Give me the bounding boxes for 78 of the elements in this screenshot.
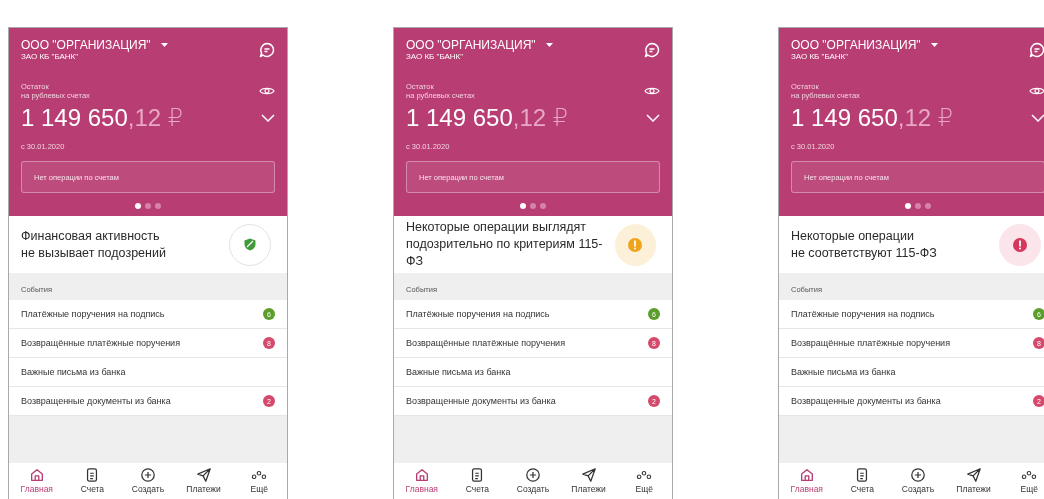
chevron-down-icon[interactable] <box>261 114 275 122</box>
nav-tab[interactable]: Главная <box>12 467 61 499</box>
event-label: Возвращенные документы из банка <box>21 396 171 406</box>
nav-tab[interactable]: Ещё <box>620 467 669 499</box>
page-dot[interactable] <box>540 203 546 209</box>
status-message: Финансовая активность не вызывает подозрений <box>21 227 166 262</box>
page-dot[interactable] <box>520 203 526 209</box>
plus-circle-icon <box>140 467 156 483</box>
nav-tab[interactable]: Счета <box>838 467 887 499</box>
event-label: Возвращённые платёжные поручения <box>406 338 566 348</box>
page-dot[interactable] <box>905 203 911 209</box>
nav-tab[interactable]: Платежи <box>949 467 998 499</box>
event-label: Возвращенные документы из банка <box>791 396 941 406</box>
page-dot[interactable] <box>135 203 141 209</box>
chat-icon[interactable] <box>1029 42 1044 58</box>
paper-plane-icon <box>580 467 597 483</box>
status-message: Некоторые операции выглядят подозрительно по критериям 115-ФЗ <box>406 219 604 270</box>
status-message: Некоторые операции не соответствуют 115-ФЗ <box>791 227 937 262</box>
organization-name[interactable]: ООО "ОРГАНИЗАЦИЯ" <box>21 38 151 52</box>
eye-icon[interactable] <box>1029 86 1044 96</box>
event-label: Важные письма из банка <box>791 367 896 377</box>
event-row[interactable]: Важные письма из банка <box>394 358 672 387</box>
eye-icon[interactable] <box>259 86 275 96</box>
page-dot[interactable] <box>925 203 931 209</box>
plus-circle-icon <box>910 467 926 483</box>
nav-tab[interactable]: Главная <box>782 467 831 499</box>
home-icon <box>798 467 815 483</box>
nav-tab[interactable]: Платежи <box>179 467 228 499</box>
eye-icon[interactable] <box>644 86 660 96</box>
nav-tab[interactable]: Создать <box>894 467 942 499</box>
nav-tab[interactable]: Счета <box>453 467 502 499</box>
balance-amount: 1 149 650 <box>791 104 898 131</box>
chat-icon[interactable] <box>644 42 660 58</box>
chevron-down-icon[interactable] <box>646 114 660 122</box>
organization-name[interactable]: ООО "ОРГАНИЗАЦИЯ" <box>791 38 921 52</box>
home-icon <box>28 467 45 483</box>
event-label: Платёжные поручения на подпись <box>791 309 935 319</box>
home-icon <box>413 467 430 483</box>
balance-fraction: ,12 ₽ <box>897 104 954 131</box>
nav-tab[interactable]: Ещё <box>235 467 284 499</box>
chat-icon[interactable] <box>259 42 275 58</box>
nav-tab[interactable]: Ещё <box>1005 467 1044 499</box>
event-label: Платёжные поручения на подпись <box>406 309 550 319</box>
paper-plane-icon <box>195 467 212 483</box>
event-label: Возвращенные документы из банка <box>406 396 556 406</box>
bank-name: ЗАО КБ "БАНК" <box>791 52 850 62</box>
nav-tab[interactable]: Счета <box>68 467 117 499</box>
exclamation-icon <box>1013 237 1027 252</box>
event-row[interactable]: Важные письма из банка <box>779 358 1044 387</box>
caret-icon[interactable] <box>160 43 168 47</box>
paper-plane-icon <box>965 467 982 483</box>
balance-amount: 1 149 650 <box>21 104 128 131</box>
balance-fraction: ,12 ₽ <box>512 104 569 131</box>
event-label: Важные письма из банка <box>406 367 511 377</box>
nav-tab[interactable]: Создать <box>124 467 172 499</box>
event-label: Возвращённые платёжные поручения <box>21 338 181 348</box>
organization-name[interactable]: ООО "ОРГАНИЗАЦИЯ" <box>406 38 536 52</box>
event-label: Платёжные поручения на подпись <box>21 309 165 319</box>
bank-name: ЗАО КБ "БАНК" <box>406 52 465 62</box>
page-dot[interactable] <box>145 203 151 209</box>
event-label: Возвращённые платёжные поручения <box>791 338 951 348</box>
balance-amount: 1 149 650 <box>406 104 513 131</box>
page-dot[interactable] <box>530 203 536 209</box>
nav-tab[interactable]: Создать <box>509 467 557 499</box>
page-dot[interactable] <box>915 203 921 209</box>
event-row[interactable]: Важные письма из банка <box>9 358 287 387</box>
balance-fraction: ,12 ₽ <box>127 104 184 131</box>
caret-icon[interactable] <box>930 43 938 47</box>
shield-icon <box>244 238 256 251</box>
exclamation-icon <box>628 237 643 252</box>
caret-icon[interactable] <box>545 43 553 47</box>
page-dot[interactable] <box>155 203 161 209</box>
plus-circle-icon <box>525 467 541 483</box>
bank-name: ЗАО КБ "БАНК" <box>21 52 80 62</box>
nav-tab[interactable]: Платежи <box>564 467 613 499</box>
nav-tab[interactable]: Главная <box>397 467 446 499</box>
chevron-down-icon[interactable] <box>1031 114 1044 122</box>
event-label: Важные письма из банка <box>21 367 126 377</box>
